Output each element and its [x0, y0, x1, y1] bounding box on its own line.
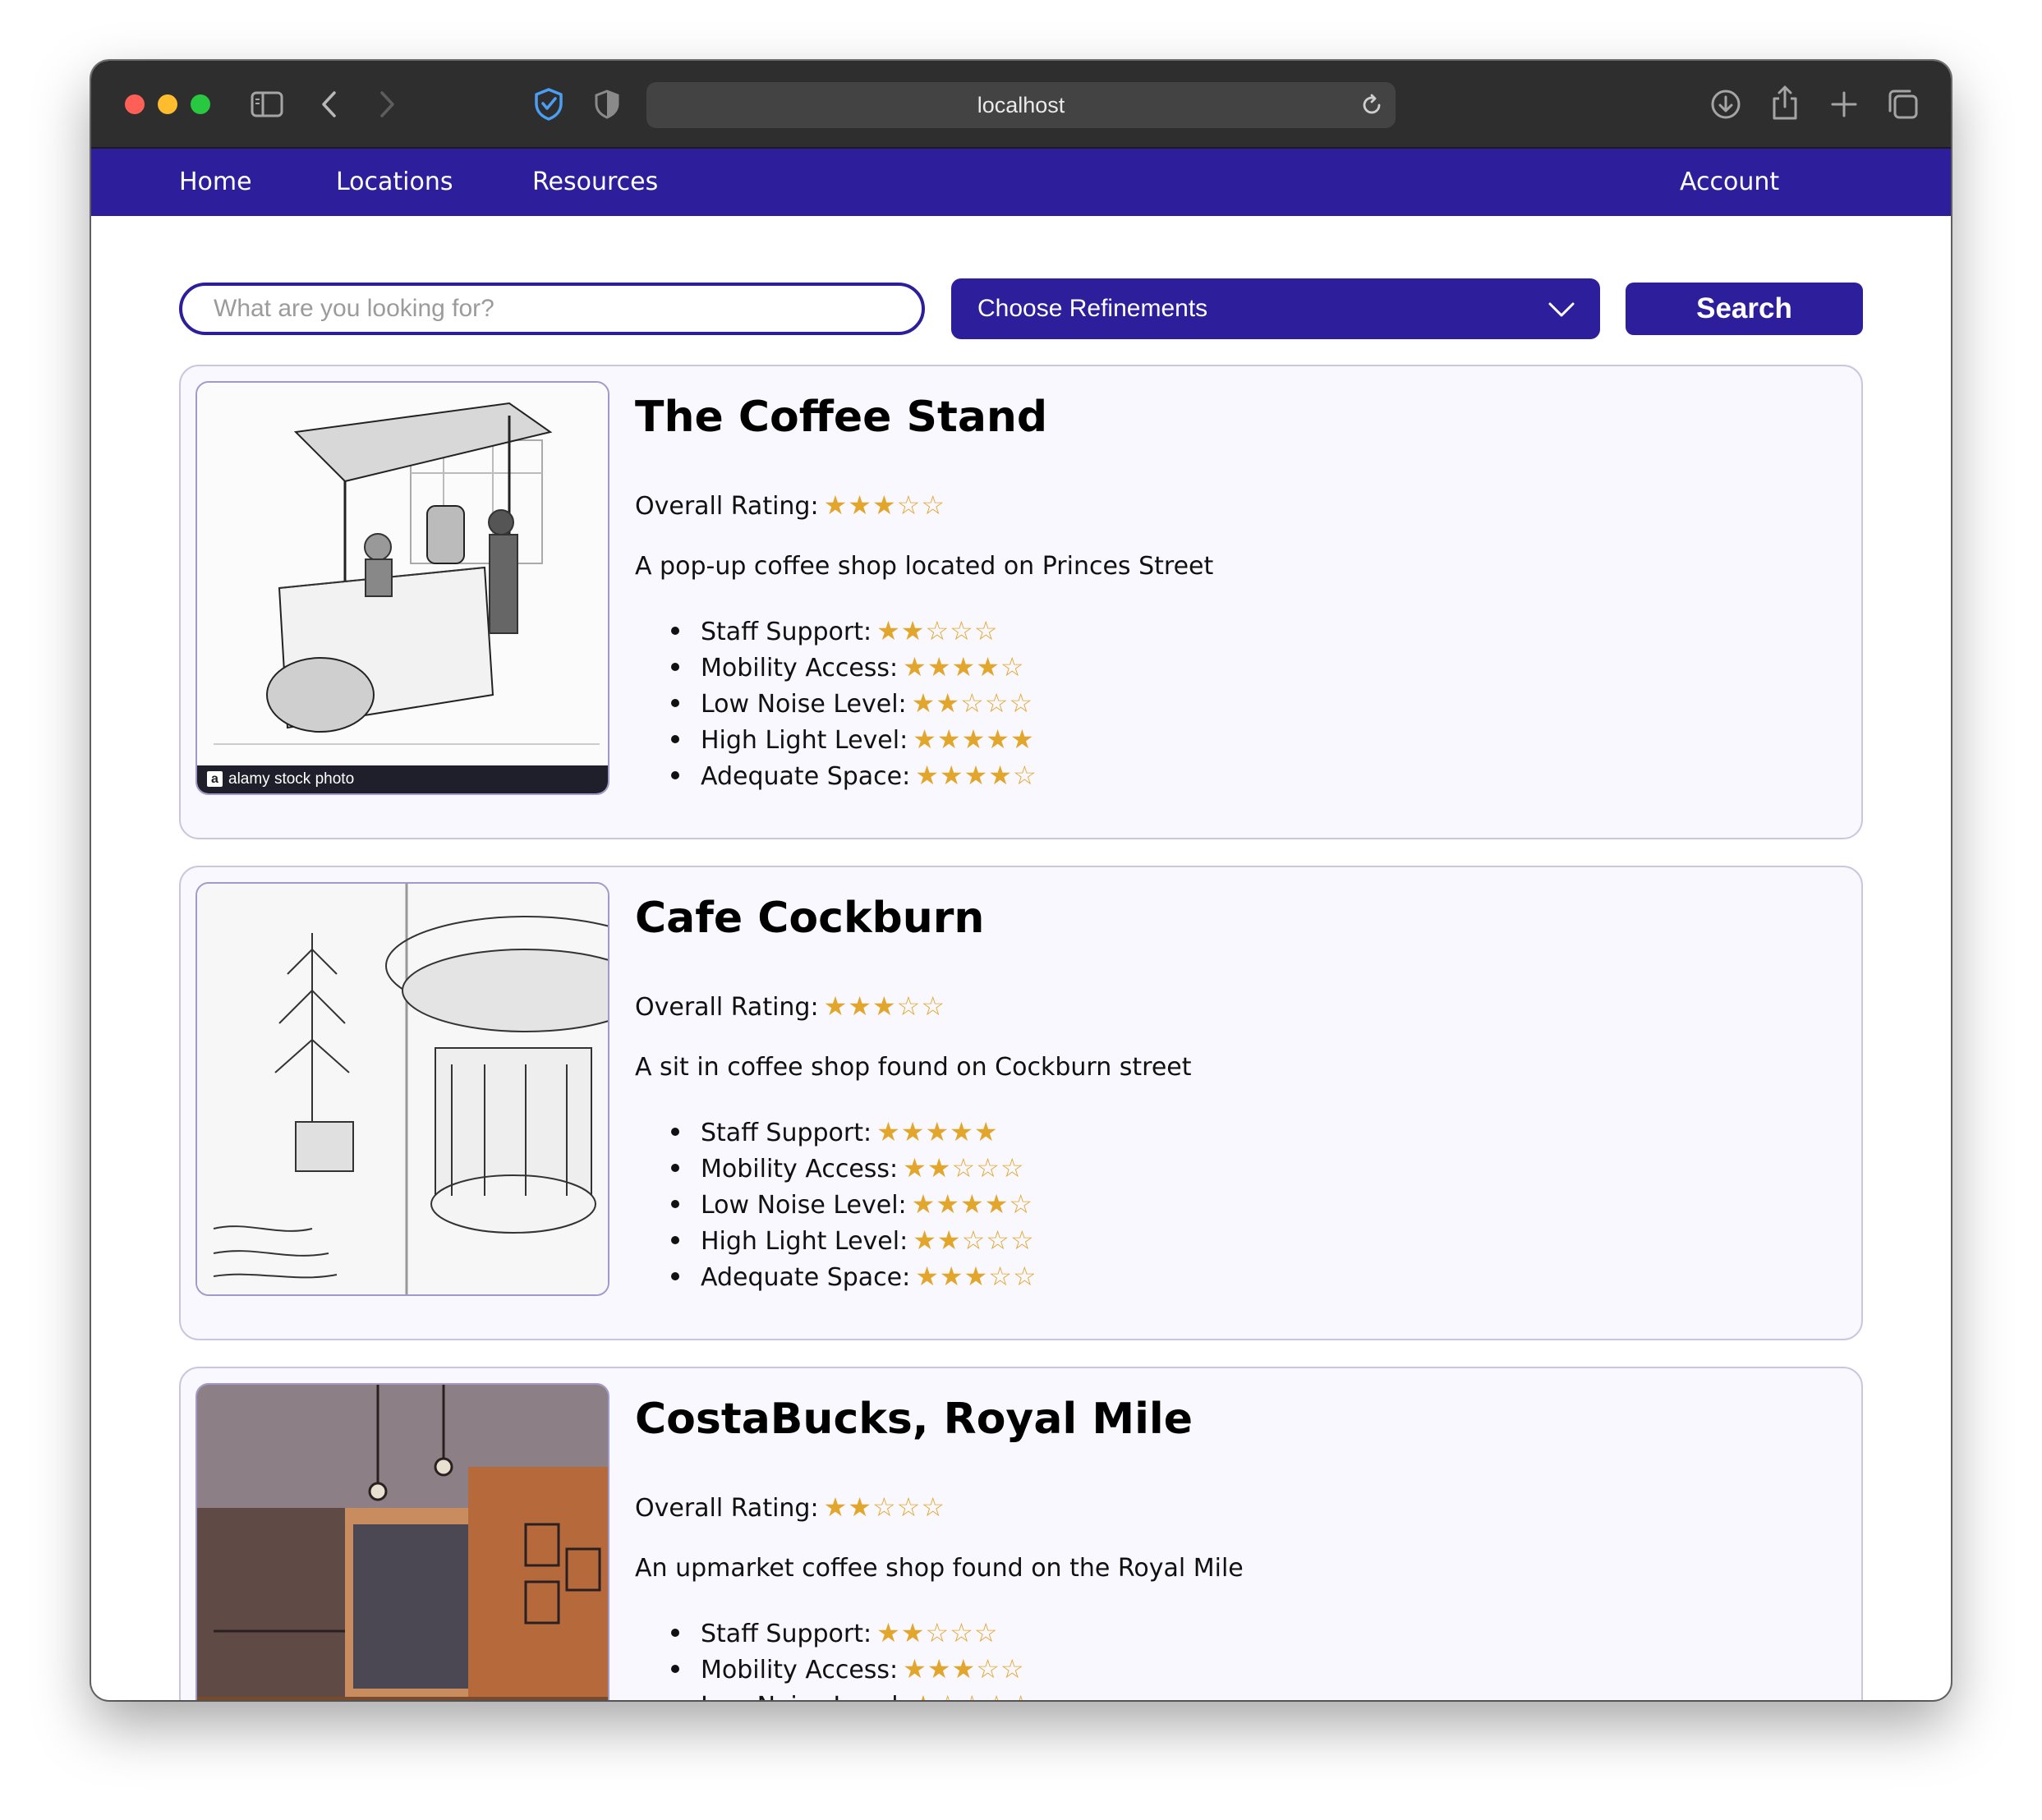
back-icon[interactable] [320, 90, 339, 119]
metric-stars: ★★★★☆ [915, 760, 1037, 791]
address-bar[interactable]: localhost [646, 82, 1396, 128]
metric-stars: ★★☆☆☆ [876, 615, 999, 646]
shield-check-icon[interactable] [533, 87, 564, 122]
nav-resources-link[interactable]: Resources [532, 149, 658, 216]
nav-locations-link[interactable]: Locations [336, 149, 453, 216]
location-card[interactable]: a alamy stock photo The Coffee Stand Ove… [179, 365, 1863, 839]
location-description: A pop-up coffee shop located on Princes … [635, 552, 1214, 581]
image-watermark: a alamy stock photo [197, 765, 608, 793]
overall-rating-label: Overall Rating: [635, 1494, 819, 1523]
list-item: Low Noise Level: ★★☆☆☆ [671, 685, 1037, 721]
location-image: a alamy stock photo [195, 381, 609, 795]
location-image [195, 882, 609, 1296]
metric-label: Staff Support: [701, 1620, 872, 1648]
list-item: Staff Support: ★★☆☆☆ [671, 613, 1037, 649]
alamy-logo-icon: a [207, 771, 223, 787]
location-card[interactable]: Cafe Cockburn Overall Rating: ★★★☆☆ A sit… [179, 866, 1863, 1340]
location-image [195, 1383, 609, 1700]
metric-stars: ★★★☆☆ [915, 1261, 1037, 1292]
chevron-down-icon [1548, 296, 1575, 324]
location-description: A sit in coffee shop found on Cockburn s… [635, 1053, 1192, 1082]
address-bar-url: localhost [977, 93, 1065, 117]
metric-label: Staff Support: [701, 1119, 872, 1147]
metric-stars: ★★☆☆☆ [876, 1617, 999, 1648]
location-description: An upmarket coffee shop found on the Roy… [635, 1554, 1244, 1583]
metric-label: High Light Level: [701, 726, 908, 755]
metric-stars: ★★★★☆ [911, 1188, 1034, 1220]
metric-label: Adequate Space: [701, 762, 911, 791]
metric-stars: ★☆☆☆☆ [912, 1689, 1033, 1700]
list-item: Mobility Access: ★★☆☆☆ [671, 1150, 1037, 1186]
list-item: Mobility Access: ★★★☆☆ [670, 1651, 1033, 1687]
metric-stars: ★★★☆☆ [903, 1653, 1025, 1684]
overall-rating-stars: ★★☆☆☆ [823, 1491, 946, 1523]
metric-stars: ★★★★★ [876, 1116, 999, 1147]
location-card[interactable]: CostaBucks, Royal Mile Overall Rating: ★★… [179, 1367, 1863, 1700]
list-item: Staff Support: ★★☆☆☆ [670, 1615, 1033, 1651]
accessibility-ratings-list: Staff Support: ★★☆☆☆ Mobility Access: ★★★★… [671, 613, 1037, 793]
share-icon[interactable] [1770, 84, 1800, 122]
overall-rating: Overall Rating: ★★★☆☆ [635, 990, 945, 1022]
refinements-dropdown-label: Choose Refinements [977, 295, 1208, 322]
site-navbar: Home Locations Resources Account [91, 149, 1951, 216]
list-item: Low Noise Level: ★☆☆☆☆ [701, 1687, 1033, 1700]
metric-label: Adequate Space: [701, 1263, 911, 1292]
metric-label: Low Noise Level: [701, 690, 907, 719]
close-window-button[interactable] [125, 94, 145, 114]
list-item: Mobility Access: ★★★★☆ [671, 649, 1037, 685]
overall-rating-stars: ★★★☆☆ [823, 990, 946, 1022]
browser-window: localhost Home Locations Resources Accou… [91, 61, 1951, 1700]
plus-icon[interactable] [1829, 90, 1859, 119]
list-item: Adequate Space: ★★★★☆ [671, 757, 1037, 793]
metric-label: Low Noise Level: [701, 1692, 907, 1700]
metric-stars: ★★★★★ [913, 724, 1035, 755]
list-item: Staff Support: ★★★★★ [671, 1114, 1037, 1150]
reload-icon[interactable] [1359, 93, 1384, 117]
image-watermark-text: alamy stock photo [228, 770, 355, 788]
location-title[interactable]: The Coffee Stand [635, 393, 1047, 442]
list-item: Low Noise Level: ★★★★☆ [671, 1186, 1037, 1222]
accessibility-ratings-list: Staff Support: ★★☆☆☆ Mobility Access: ★★★☆… [670, 1615, 1033, 1700]
nav-home-link[interactable]: Home [179, 149, 252, 216]
metric-stars: ★★☆☆☆ [913, 1225, 1035, 1256]
tabs-icon[interactable] [1887, 88, 1920, 121]
overall-rating-label: Overall Rating: [635, 993, 819, 1022]
overall-rating-stars: ★★★☆☆ [823, 489, 946, 521]
list-item: High Light Level: ★★★★★ [671, 721, 1037, 757]
browser-toolbar: localhost [91, 61, 1951, 149]
metric-label: Mobility Access: [701, 1155, 899, 1183]
location-title[interactable]: CostaBucks, Royal Mile [635, 1395, 1193, 1444]
list-item: Adequate Space: ★★★☆☆ [671, 1258, 1037, 1294]
overall-rating: Overall Rating: ★★☆☆☆ [635, 1491, 945, 1523]
zoom-window-button[interactable] [191, 94, 210, 114]
accessibility-ratings-list: Staff Support: ★★★★★ Mobility Access: ★★☆☆… [671, 1114, 1037, 1294]
download-icon[interactable] [1709, 88, 1742, 121]
refinements-dropdown[interactable]: Choose Refinements [951, 278, 1600, 339]
location-title[interactable]: Cafe Cockburn [635, 894, 984, 943]
overall-rating: Overall Rating: ★★★☆☆ [635, 489, 945, 521]
metric-label: Low Noise Level: [701, 1191, 907, 1220]
sidebar-icon[interactable] [251, 90, 283, 118]
search-button[interactable]: Search [1626, 283, 1863, 335]
metric-stars: ★★★★☆ [903, 651, 1025, 682]
forward-icon[interactable] [377, 90, 397, 119]
overall-rating-label: Overall Rating: [635, 492, 819, 521]
metric-stars: ★★☆☆☆ [903, 1152, 1025, 1183]
metric-label: High Light Level: [701, 1227, 908, 1256]
list-item: High Light Level: ★★☆☆☆ [671, 1222, 1037, 1258]
metric-label: Mobility Access: [701, 1656, 899, 1684]
search-input[interactable] [179, 283, 925, 335]
minimize-window-button[interactable] [158, 94, 177, 114]
metric-label: Staff Support: [701, 618, 872, 646]
metric-label: Mobility Access: [701, 654, 899, 682]
metric-stars: ★★☆☆☆ [911, 687, 1034, 719]
privacy-icon[interactable] [594, 89, 620, 120]
nav-account-link[interactable]: Account [1680, 149, 1779, 216]
